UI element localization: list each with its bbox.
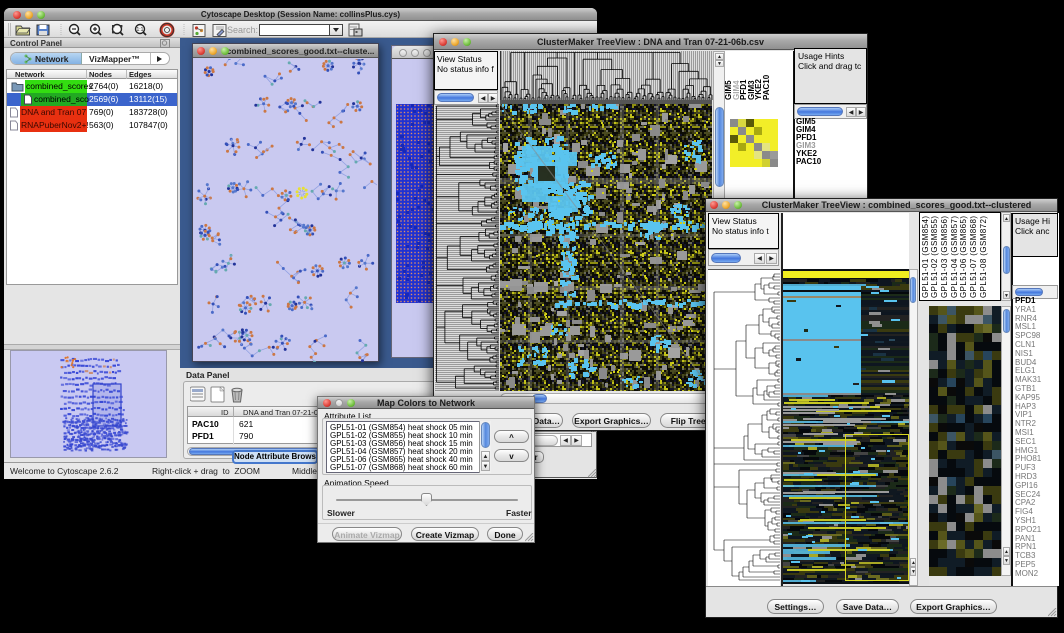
svg-text:1:1: 1:1 (137, 27, 144, 33)
